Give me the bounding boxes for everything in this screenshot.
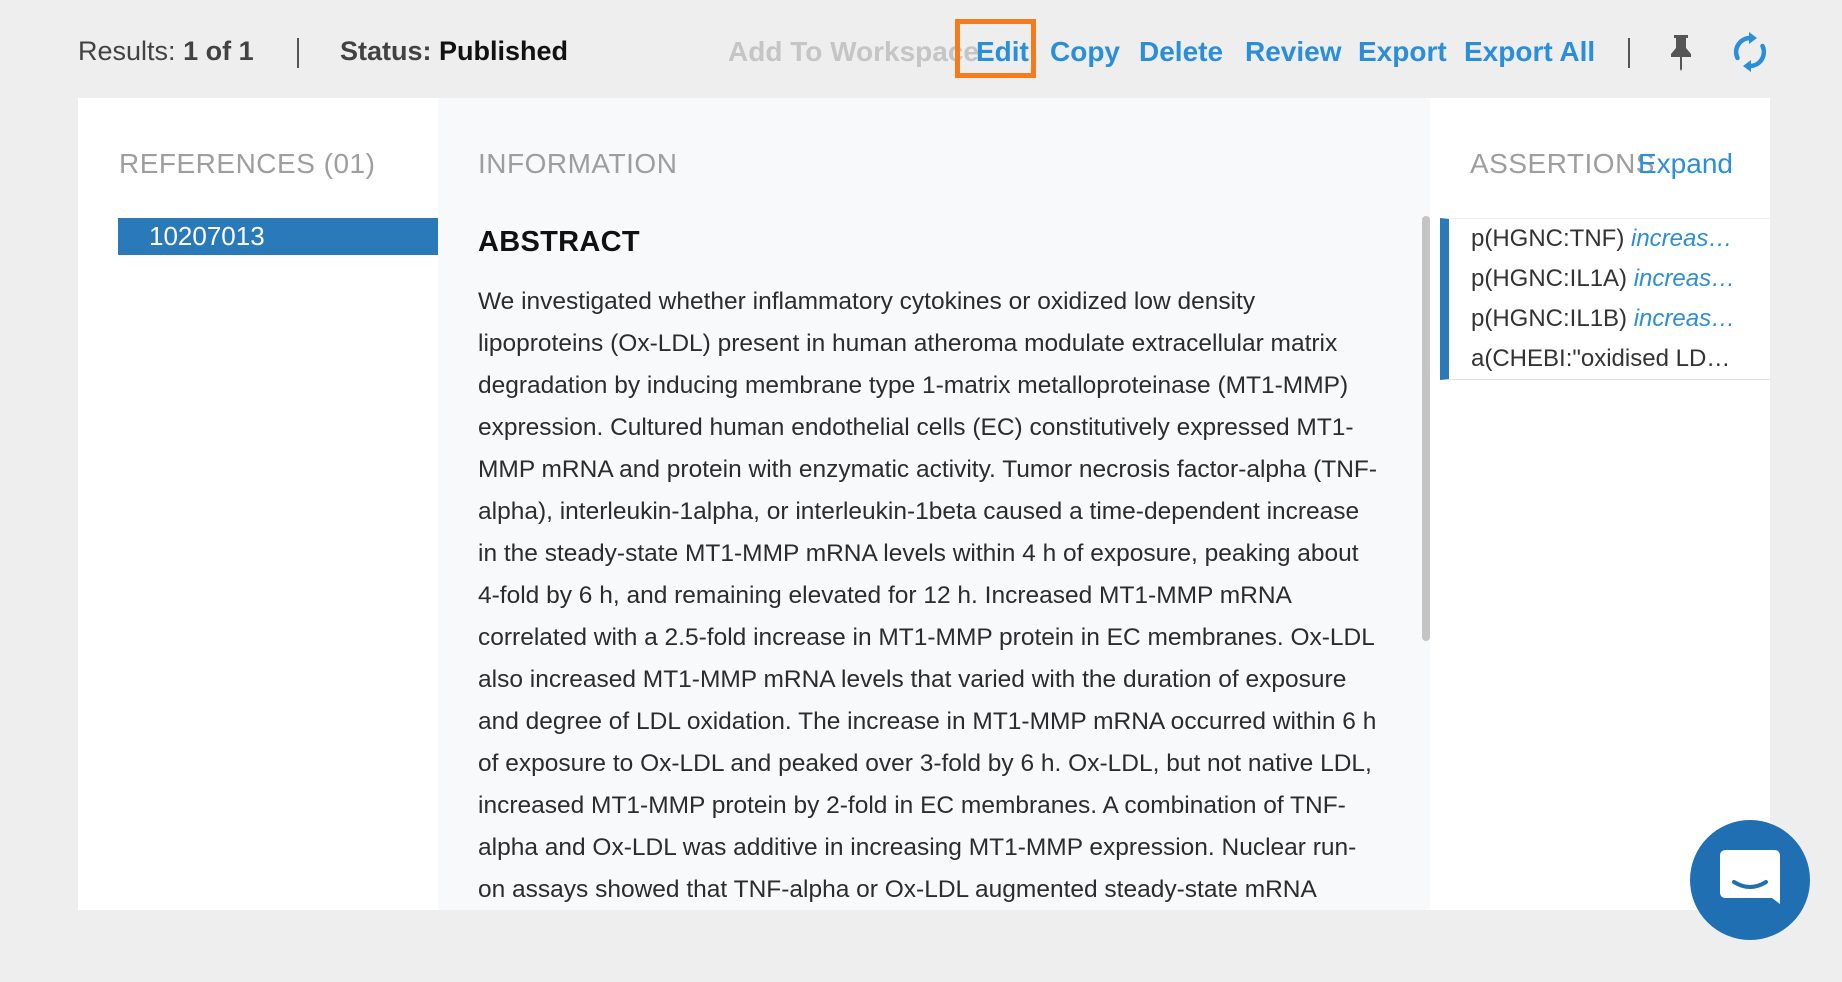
assertion-item[interactable]: a(CHEBI:"oxidised LDL… bbox=[1449, 339, 1741, 379]
references-title: REFERENCES (01) bbox=[119, 148, 376, 179]
status-value: Published bbox=[439, 36, 569, 66]
chat-launcher-button[interactable] bbox=[1690, 820, 1810, 940]
information-title: INFORMATION bbox=[478, 148, 678, 179]
add-to-workspace-button[interactable]: Add To Workspace bbox=[728, 36, 979, 68]
copy-button[interactable]: Copy bbox=[1050, 36, 1120, 68]
assertion-relation: increas… bbox=[1633, 305, 1736, 332]
assertions-title: ASSERTIONS bbox=[1470, 148, 1655, 179]
expand-button[interactable]: Expand bbox=[1638, 148, 1733, 180]
pin-icon[interactable] bbox=[1666, 32, 1696, 72]
abstract-title: ABSTRACT bbox=[478, 226, 640, 258]
assertions-list: p(HGNC:TNF) increas… p(HGNC:IL1A) increa… bbox=[1440, 218, 1770, 380]
record-card: REFERENCES (01) 10207013 INFORMATION ABS… bbox=[78, 98, 1770, 910]
refresh-icon[interactable] bbox=[1730, 32, 1770, 72]
chat-icon bbox=[1720, 850, 1780, 904]
divider bbox=[297, 38, 299, 68]
assertion-subject: a(CHEBI:"oxidised LDL… bbox=[1471, 345, 1741, 372]
results-label: Results: bbox=[78, 36, 176, 66]
abstract-text: We investigated whether inflammatory cyt… bbox=[478, 288, 1378, 903]
assertion-item[interactable]: p(HGNC:IL1B) increas… bbox=[1449, 299, 1741, 339]
assertion-subject: p(HGNC:IL1B) bbox=[1471, 305, 1628, 332]
results-value: 1 of 1 bbox=[183, 36, 254, 66]
assertion-subject: p(HGNC:TNF) bbox=[1471, 225, 1625, 252]
assertion-item[interactable]: p(HGNC:TNF) increas… bbox=[1449, 219, 1741, 259]
status-label: Status: bbox=[340, 36, 432, 66]
assertion-item[interactable]: p(HGNC:IL1A) increas… bbox=[1449, 259, 1741, 299]
reference-item[interactable]: 10207013 bbox=[118, 218, 438, 255]
assertion-relation: increas… bbox=[1633, 265, 1736, 292]
scrollbar[interactable] bbox=[1422, 216, 1430, 641]
results-count: Results: 1 of 1 bbox=[78, 36, 254, 67]
review-button[interactable]: Review bbox=[1245, 36, 1342, 68]
assertion-relation: increas… bbox=[1631, 225, 1733, 252]
delete-button[interactable]: Delete bbox=[1139, 36, 1223, 68]
export-button[interactable]: Export bbox=[1358, 36, 1447, 68]
assertion-subject: p(HGNC:IL1A) bbox=[1471, 265, 1628, 292]
export-all-button[interactable]: Export All bbox=[1464, 36, 1595, 68]
top-toolbar: Results: 1 of 1 Status: Published Add To… bbox=[0, 0, 1842, 98]
edit-button[interactable]: Edit bbox=[976, 36, 1029, 68]
status-indicator: Status: Published bbox=[340, 36, 568, 67]
divider bbox=[1628, 38, 1630, 68]
